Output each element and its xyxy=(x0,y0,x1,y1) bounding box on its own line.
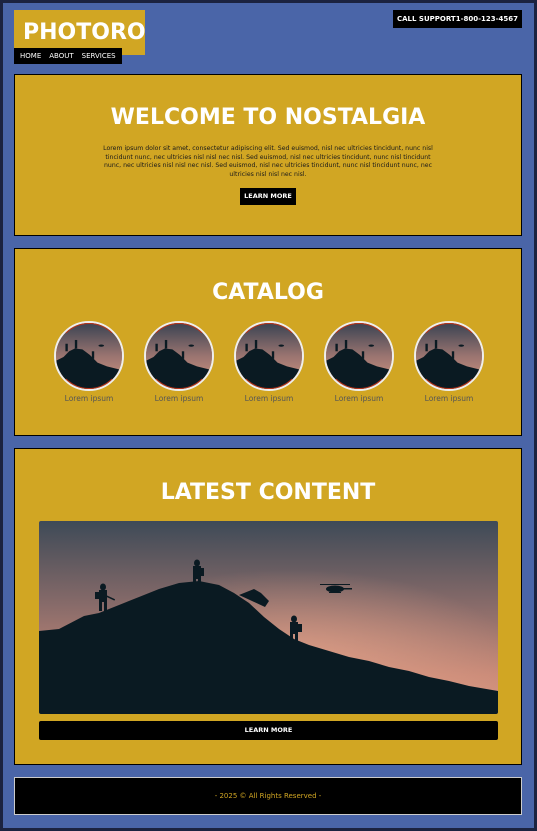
catalog-item-label: Lorem ipsum xyxy=(154,394,204,403)
catalog-item-label: Lorem ipsum xyxy=(424,394,474,403)
welcome-text: Lorem ipsum dolor sit amet, consectetur … xyxy=(103,145,433,178)
catalog-item[interactable]: Lorem ipsum xyxy=(413,321,485,403)
silhouette-hero-image xyxy=(39,521,498,714)
catalog-item-label: Lorem ipsum xyxy=(244,394,294,403)
silhouette-image xyxy=(56,323,122,389)
catalog-item-label: Lorem ipsum xyxy=(64,394,114,403)
call-support-badge[interactable]: CALL SUPPORT1-800-123-4567 xyxy=(393,10,522,28)
copyright-text: - 2025 © All Rights Reserved - xyxy=(214,792,322,800)
latest-content-section: LATEST CONTENT LEARN MORE xyxy=(14,448,522,765)
hero-image[interactable] xyxy=(39,521,498,714)
catalog-item[interactable]: Lorem ipsum xyxy=(53,321,125,403)
silhouette-image xyxy=(416,323,482,389)
nav-services[interactable]: SERVICES xyxy=(78,48,120,64)
nav-home[interactable]: HOME xyxy=(16,48,45,64)
catalog-thumbnail xyxy=(144,321,214,391)
silhouette-image xyxy=(326,323,392,389)
catalog-list: Lorem ipsum Lorem ipsum Lorem ipsum Lore… xyxy=(53,321,485,403)
catalog-item[interactable]: Lorem ipsum xyxy=(323,321,395,403)
latest-learn-more-button[interactable]: LEARN MORE xyxy=(39,721,498,740)
catalog-title: CATALOG xyxy=(212,280,324,305)
latest-title: LATEST CONTENT xyxy=(160,480,376,505)
catalog-section: CATALOG Lorem ipsum Lorem ipsum Lorem ip… xyxy=(14,248,522,436)
catalog-thumbnail xyxy=(324,321,394,391)
catalog-item[interactable]: Lorem ipsum xyxy=(233,321,305,403)
silhouette-image xyxy=(236,323,302,389)
main-nav: HOME ABOUT SERVICES xyxy=(14,48,122,64)
catalog-thumbnail xyxy=(414,321,484,391)
catalog-item[interactable]: Lorem ipsum xyxy=(143,321,215,403)
nav-about[interactable]: ABOUT xyxy=(45,48,77,64)
welcome-title: WELCOME TO NOSTALGIA xyxy=(110,105,426,130)
silhouette-image xyxy=(146,323,212,389)
welcome-section: WELCOME TO NOSTALGIA Lorem ipsum dolor s… xyxy=(14,74,522,236)
welcome-learn-more-button[interactable]: LEARN MORE xyxy=(240,188,296,206)
catalog-thumbnail xyxy=(234,321,304,391)
footer: - 2025 © All Rights Reserved - xyxy=(14,777,522,815)
catalog-item-label: Lorem ipsum xyxy=(334,394,384,403)
catalog-thumbnail xyxy=(54,321,124,391)
